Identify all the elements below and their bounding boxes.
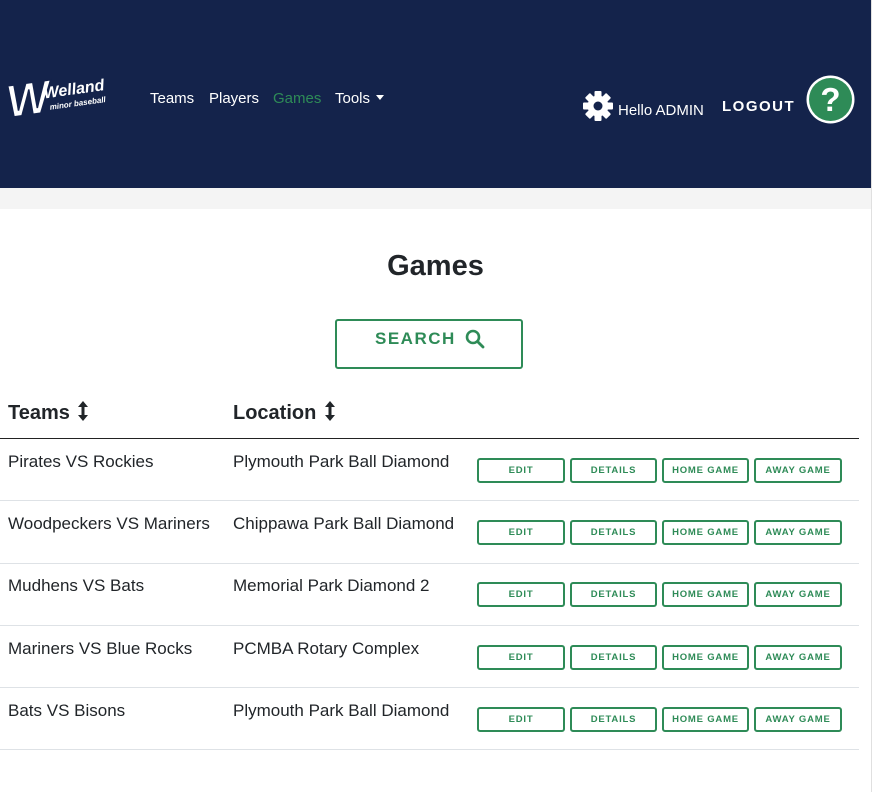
sort-arrows-icon bbox=[78, 401, 89, 421]
away-game-button[interactable]: AWAY GAME bbox=[754, 707, 842, 732]
details-button[interactable]: DETAILS bbox=[570, 520, 657, 545]
home-game-button[interactable]: HOME GAME bbox=[662, 458, 749, 483]
row-divider bbox=[0, 563, 859, 564]
teams-cell: Bats VS Bisons bbox=[8, 701, 126, 720]
gear-icon[interactable] bbox=[582, 90, 614, 122]
sort-arrows-icon bbox=[324, 401, 335, 421]
teams-cell: Mudhens VS Bats bbox=[8, 576, 145, 595]
teams-cell: Pirates VS Rockies bbox=[8, 452, 154, 471]
row-divider bbox=[0, 749, 859, 750]
logout-button[interactable]: LOGOUT bbox=[722, 98, 795, 115]
column-header-location[interactable]: Location bbox=[233, 400, 336, 425]
svg-text:?: ? bbox=[820, 81, 840, 118]
nav-players[interactable]: Players bbox=[209, 90, 259, 107]
column-header-teams[interactable]: Teams bbox=[8, 400, 89, 425]
magnifier-icon bbox=[465, 329, 485, 349]
edit-button[interactable]: EDIT bbox=[477, 582, 565, 607]
table-header-divider bbox=[0, 438, 859, 439]
home-game-button[interactable]: HOME GAME bbox=[662, 645, 749, 670]
teams-cell: Woodpeckers VS Mariners bbox=[8, 514, 210, 533]
user-greeting: Hello ADMIN bbox=[618, 102, 704, 119]
location-cell: Chippawa Park Ball Diamond bbox=[233, 514, 455, 533]
nav-tools-dropdown[interactable]: Tools bbox=[335, 90, 385, 107]
search-label: SEARCH bbox=[375, 329, 456, 348]
edit-button[interactable]: EDIT bbox=[477, 707, 565, 732]
home-game-button[interactable]: HOME GAME bbox=[662, 707, 749, 732]
details-button[interactable]: DETAILS bbox=[570, 458, 657, 483]
column-header-location-label: Location bbox=[233, 402, 317, 424]
chevron-down-icon bbox=[376, 94, 385, 100]
row-divider bbox=[0, 625, 859, 626]
edit-button[interactable]: EDIT bbox=[477, 520, 565, 545]
away-game-button[interactable]: AWAY GAME bbox=[754, 645, 842, 670]
away-game-button[interactable]: AWAY GAME bbox=[754, 582, 842, 607]
edit-button[interactable]: EDIT bbox=[477, 458, 565, 483]
details-button[interactable]: DETAILS bbox=[570, 582, 657, 607]
welland-logo[interactable]: W Welland minor baseball bbox=[4, 64, 120, 124]
navbar: W Welland minor baseball Teams Players G… bbox=[0, 0, 871, 188]
away-game-button[interactable]: AWAY GAME bbox=[754, 520, 842, 545]
header-spacer bbox=[0, 188, 871, 209]
home-game-button[interactable]: HOME GAME bbox=[662, 520, 749, 545]
location-cell: Memorial Park Diamond 2 bbox=[233, 576, 430, 595]
details-button[interactable]: DETAILS bbox=[570, 707, 657, 732]
home-game-button[interactable]: HOME GAME bbox=[662, 582, 749, 607]
location-cell: Plymouth Park Ball Diamond bbox=[233, 452, 450, 471]
away-game-button[interactable]: AWAY GAME bbox=[754, 458, 842, 483]
nav-games[interactable]: Games bbox=[273, 90, 321, 107]
details-button[interactable]: DETAILS bbox=[570, 645, 657, 670]
search-button[interactable]: SEARCH bbox=[335, 319, 523, 369]
nav-teams[interactable]: Teams bbox=[150, 90, 194, 107]
location-cell: Plymouth Park Ball Diamond bbox=[233, 701, 450, 720]
nav-tools-label: Tools bbox=[335, 90, 371, 107]
row-divider bbox=[0, 500, 859, 501]
teams-cell: Mariners VS Blue Rocks bbox=[8, 639, 193, 658]
page-title: Games bbox=[387, 250, 484, 282]
scrollbar-edge bbox=[871, 0, 875, 792]
question-circle-icon[interactable]: ? bbox=[805, 74, 856, 125]
location-cell: PCMBA Rotary Complex bbox=[233, 639, 420, 658]
edit-button[interactable]: EDIT bbox=[477, 645, 565, 670]
row-divider bbox=[0, 687, 859, 688]
column-header-teams-label: Teams bbox=[8, 402, 70, 424]
